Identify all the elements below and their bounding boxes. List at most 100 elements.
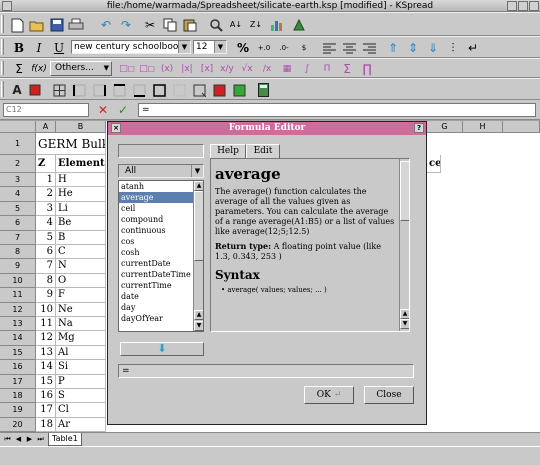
column-header-a[interactable]: A	[36, 121, 56, 133]
decrease-precision-icon[interactable]: .0‑	[275, 39, 293, 57]
header-edge-cell[interactable]: ce	[427, 155, 441, 173]
sheet-title-cell[interactable]: GERM Bulk	[36, 133, 106, 155]
division-icon[interactable]: /x	[258, 60, 276, 78]
last-sheet-icon[interactable]: ⏭	[36, 435, 45, 444]
element-cell[interactable]: P	[56, 374, 106, 389]
header-z-cell[interactable]: Z	[36, 155, 56, 173]
row-header[interactable]: 16	[0, 360, 36, 375]
function-search-input[interactable]	[118, 144, 204, 158]
row-header[interactable]: 6	[0, 216, 36, 231]
element-cell[interactable]: B	[56, 230, 106, 245]
help-scrollbar[interactable]: ▲ ▼	[399, 159, 409, 331]
column-header-h[interactable]: H	[463, 121, 503, 133]
align-bottom-icon[interactable]: ⇓	[424, 39, 442, 57]
z-value-cell[interactable]: 13	[36, 345, 56, 361]
integral-icon[interactable]: ∫	[298, 60, 316, 78]
function-list-item[interactable]: dayOfYear	[119, 313, 203, 324]
others-dropdown-button[interactable]: Others... ▼	[50, 61, 112, 76]
function-list-item[interactable]: average	[119, 192, 203, 203]
function-list-item[interactable]: cos	[119, 236, 203, 247]
row-header[interactable]: 11	[0, 288, 36, 303]
big-pi-icon[interactable]: ∏	[358, 60, 376, 78]
parentheses-icon[interactable]: (x)	[158, 60, 176, 78]
dialog-close-icon[interactable]: ×	[111, 123, 121, 133]
column-header-g[interactable]: G	[427, 121, 463, 133]
tab-help[interactable]: Help	[210, 144, 246, 158]
new-file-icon[interactable]	[8, 16, 26, 34]
ok-button[interactable]: OK ↵	[304, 386, 354, 404]
redo-icon[interactable]: ↷	[117, 16, 135, 34]
z-value-cell[interactable]: 16	[36, 389, 56, 404]
element-cell[interactable]: Al	[56, 345, 106, 361]
percent-format-button[interactable]: %	[234, 39, 252, 57]
align-center-icon[interactable]	[340, 39, 358, 57]
scroll-up-icon[interactable]: ▲	[400, 309, 409, 319]
row-header[interactable]: 5	[0, 201, 36, 217]
help-icon[interactable]	[290, 16, 308, 34]
sigma-icon[interactable]: Σ	[338, 60, 356, 78]
toolbar-handle[interactable]	[1, 39, 4, 55]
row-header[interactable]: 19	[0, 403, 36, 418]
italic-icon[interactable]: I	[30, 39, 48, 57]
row-header[interactable]: 18	[0, 389, 36, 404]
z-value-cell[interactable]: 7	[36, 259, 56, 274]
row-header[interactable]: 15	[0, 345, 36, 361]
border-left-icon[interactable]	[70, 81, 88, 99]
previous-sheet-icon[interactable]: ◀	[14, 435, 23, 444]
calculator-icon[interactable]	[254, 81, 272, 99]
cell-reference-field[interactable]: C12	[3, 103, 89, 117]
row-header[interactable]: 1	[0, 133, 36, 155]
row-header[interactable]: 3	[0, 173, 36, 188]
element-cell[interactable]: Cl	[56, 403, 106, 418]
row-header[interactable]: 20	[0, 417, 36, 432]
row-header[interactable]: 4	[0, 187, 36, 202]
increase-precision-icon[interactable]: +.0	[255, 39, 273, 57]
z-value-cell[interactable]: 3	[36, 201, 56, 217]
toolbar-handle[interactable]	[1, 15, 4, 33]
sort-descending-icon[interactable]: Z↓	[247, 16, 265, 34]
z-value-cell[interactable]: 5	[36, 230, 56, 245]
close-icon[interactable]	[529, 1, 539, 11]
border-right-icon[interactable]	[90, 81, 108, 99]
z-value-cell[interactable]: 1	[36, 173, 56, 188]
function-list-item[interactable]: ceil	[119, 203, 203, 214]
scroll-down-icon[interactable]: ▼	[400, 319, 409, 329]
border-bottom-icon[interactable]	[130, 81, 148, 99]
fraction-icon[interactable]: x/y	[218, 60, 236, 78]
text-wrap-icon[interactable]: ↵	[464, 39, 482, 57]
font-name-select[interactable]: new century schoolbook ▼	[71, 40, 191, 54]
paste-icon[interactable]	[181, 16, 199, 34]
fill-color-icon[interactable]	[230, 81, 248, 99]
header-element-cell[interactable]: Element	[56, 155, 106, 173]
function-list-item[interactable]: day	[119, 302, 203, 313]
element-cell[interactable]: Si	[56, 360, 106, 375]
open-folder-icon[interactable]	[28, 16, 46, 34]
row-header[interactable]: 7	[0, 230, 36, 245]
function-list-item[interactable]: currentTime	[119, 280, 203, 291]
function-list[interactable]: atanh average ceil compound continuous cos cos…	[118, 180, 204, 332]
root-icon[interactable]: √x	[238, 60, 256, 78]
element-cell[interactable]: Li	[56, 201, 106, 217]
element-cell[interactable]: H	[56, 173, 106, 188]
scroll-up-icon[interactable]: ▲	[194, 181, 203, 191]
z-value-cell[interactable]: 2	[36, 187, 56, 202]
function-list-item[interactable]: continuous	[119, 225, 203, 236]
z-value-cell[interactable]: 15	[36, 374, 56, 389]
vertical-text-icon[interactable]: ⫶	[444, 39, 462, 57]
dialog-help-icon[interactable]: ?	[414, 123, 424, 133]
scroll-down-icon[interactable]: ▼	[194, 321, 203, 331]
border-top-icon[interactable]	[110, 81, 128, 99]
row-header[interactable]: 8	[0, 245, 36, 260]
first-sheet-icon[interactable]: ⏮	[3, 435, 12, 444]
element-cell[interactable]: Ne	[56, 302, 106, 317]
function-list-item[interactable]: cosh	[119, 247, 203, 258]
cancel-edit-icon[interactable]: ✕	[94, 101, 112, 119]
save-icon[interactable]	[48, 16, 66, 34]
z-value-cell[interactable]: 17	[36, 403, 56, 418]
z-value-cell[interactable]: 9	[36, 288, 56, 303]
brackets-icon[interactable]: [x]	[198, 60, 216, 78]
absolute-value-icon[interactable]: |x|	[178, 60, 196, 78]
minimize-icon[interactable]	[507, 1, 517, 11]
element-cell[interactable]: N	[56, 259, 106, 274]
chart-icon[interactable]	[267, 16, 285, 34]
